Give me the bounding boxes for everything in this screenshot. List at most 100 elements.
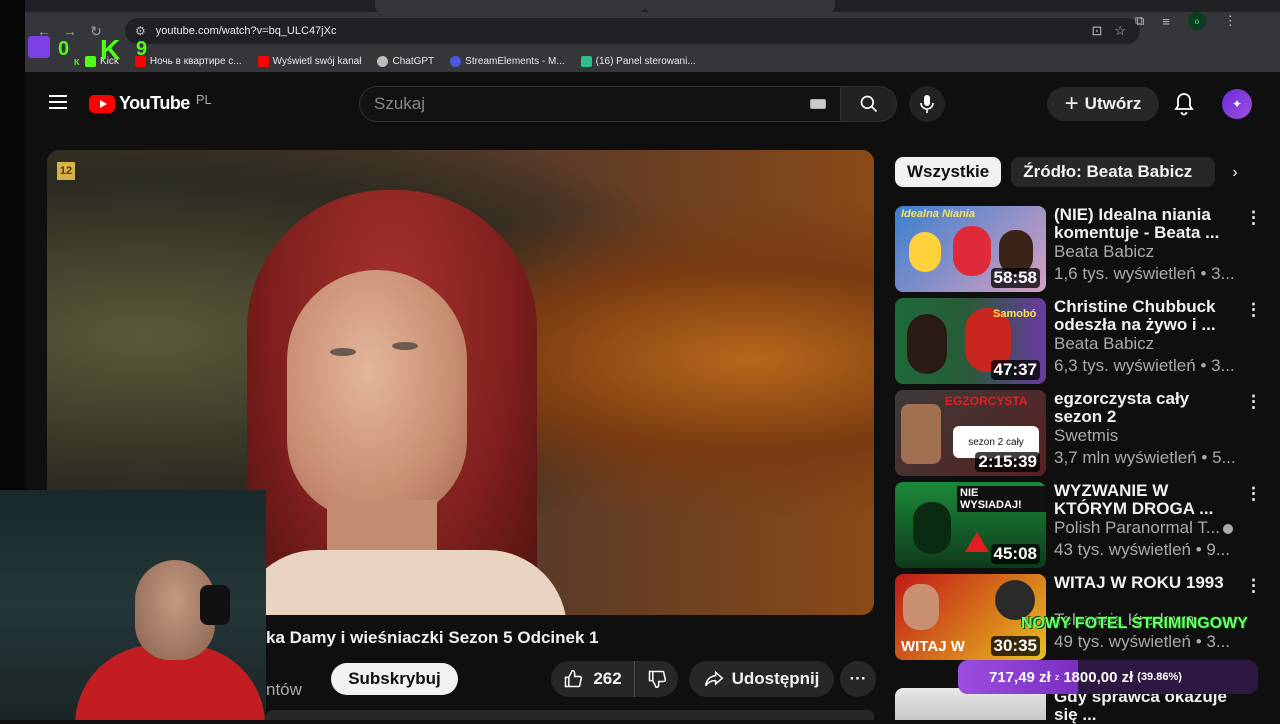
video-meta: 1,6 tys. wyświetleń • 3...: [1054, 264, 1235, 283]
channel-name[interactable]: Polish Paranormal T...: [1054, 518, 1249, 538]
share-button[interactable]: Udostępnij: [689, 661, 834, 697]
channel-name[interactable]: Swetmis: [1054, 426, 1249, 446]
media-control-icon[interactable]: ≡: [1162, 14, 1170, 29]
thumb-figure: [913, 502, 951, 554]
stream-goal-banner: NOWY FOTEL STRIMINGOWY: [1021, 615, 1248, 632]
browser-tab-active[interactable]: [645, 0, 835, 12]
browser-profile-avatar[interactable]: o: [1187, 12, 1206, 30]
search-icon: [860, 95, 877, 113]
like-count: 262: [593, 669, 622, 688]
recommended-video[interactable]: Idealna Niania 58:58 (NIE) Idealna niani…: [895, 206, 1280, 292]
thumb-figure: [901, 404, 941, 464]
browser-menu-icon[interactable]: ⋮: [1224, 13, 1237, 29]
video-duration: 58:58: [990, 268, 1040, 288]
more-options-icon[interactable]: ⋮: [1245, 208, 1262, 228]
video-title[interactable]: (NIE) Idealna niania komentuje - Beata .…: [1054, 206, 1239, 242]
panel-favicon-icon: [580, 55, 592, 67]
notifications-bell-icon[interactable]: [1173, 92, 1195, 121]
chip-all[interactable]: Wszystkie: [895, 157, 1002, 187]
video-frame-eye: [330, 348, 356, 356]
video-frame-face: [287, 270, 467, 520]
video-meta: 3,7 mln wyświetleń • 5...: [1054, 448, 1236, 467]
youtube-play-icon: [89, 94, 115, 113]
plus-icon: +: [1064, 90, 1079, 117]
more-options-icon[interactable]: ⋮: [1245, 300, 1262, 320]
microphone-icon: [920, 95, 934, 113]
video-title[interactable]: egzorczysta cały sezon 2: [1054, 390, 1239, 426]
hamburger-menu-icon[interactable]: [49, 95, 67, 109]
video-title[interactable]: WITAJ W ROKU 1993: [1054, 574, 1239, 592]
account-avatar[interactable]: ✦: [1222, 89, 1252, 119]
video-duration: 30:35: [990, 636, 1040, 656]
install-app-icon[interactable]: ⊡: [1091, 23, 1102, 39]
browser-tab-strip: [25, 0, 1280, 12]
thumbs-down-icon: [648, 670, 666, 689]
search-button[interactable]: [841, 86, 897, 122]
counter-left: 0: [58, 38, 70, 60]
search-input[interactable]: Szukaj: [359, 86, 841, 122]
twitch-logo-icon: [28, 36, 50, 58]
browser-toolbar: ← → ↻ ⚙ youtube.com/watch?v=bq_ULC47jXc …: [25, 12, 1280, 50]
keyboard-icon[interactable]: [810, 99, 826, 109]
recommended-video[interactable]: Samobó 47:37 Christine Chubbuck odeszła …: [895, 298, 1280, 384]
more-options-icon[interactable]: ⋮: [1245, 392, 1262, 412]
subscribe-button[interactable]: Subskrybuj: [331, 663, 458, 695]
bookmark-item[interactable]: ChatGPT: [377, 55, 434, 67]
search-bar: Szukaj: [359, 86, 897, 122]
recommended-video[interactable]: NIE WYSIADAJ! 45:08 WYZWANIE W KTÓRYM DR…: [895, 482, 1280, 568]
donation-percent: (39.86%): [1137, 671, 1182, 683]
video-meta: 6,3 tys. wyświetleń • 3...: [1054, 356, 1235, 375]
chip-source[interactable]: Źródło: Beata Babicz: [1011, 157, 1216, 187]
chevron-right-icon[interactable]: ›: [1222, 160, 1248, 186]
video-thumbnail[interactable]: Samobó 47:37: [895, 298, 1046, 384]
like-button[interactable]: 262: [551, 661, 635, 697]
video-frame-shirt: [237, 550, 567, 615]
dislike-button[interactable]: [635, 669, 678, 689]
bookmarks-bar: Kick Ночь в квартире с... Wyświetl swój …: [25, 50, 1280, 72]
video-thumbnail[interactable]: NIE WYSIADAJ! 45:08: [895, 482, 1046, 568]
subscriber-count: ntów: [266, 680, 302, 699]
more-options-icon[interactable]: ⋮: [1245, 484, 1262, 504]
more-actions-button[interactable]: ···: [840, 661, 876, 697]
recommended-video[interactable]: EGZORCYSTA sezon 2 cały 2:15:39 egzorczy…: [895, 390, 1280, 476]
webcam-microphone: [200, 585, 230, 625]
video-title[interactable]: Christine Chubbuck odeszła na żywo i ...: [1054, 298, 1239, 334]
donation-separator: z: [1054, 672, 1060, 682]
stream-counter-overlay: 0 K K 9: [28, 34, 158, 70]
bookmark-item[interactable]: (16) Panel sterowani...: [580, 55, 696, 67]
extensions-icon[interactable]: ⧉: [1135, 13, 1144, 29]
thumb-figure: [909, 232, 941, 272]
video-frame-eye: [392, 342, 418, 350]
video-meta: 43 tys. wyświetleń • 9...: [1054, 540, 1231, 559]
video-thumbnail[interactable]: Idealna Niania 58:58: [895, 206, 1046, 292]
thumbs-up-icon: [565, 669, 583, 688]
youtube-logo[interactable]: YouTube PL: [89, 92, 212, 114]
video-title[interactable]: WYZWANIE W KTÓRYM DROGA ...: [1054, 482, 1239, 518]
description-box[interactable]: [266, 710, 874, 720]
kick-small-label: K: [74, 58, 80, 67]
address-bar[interactable]: ⚙ youtube.com/watch?v=bq_ULC47jXc ⊡ ☆: [125, 18, 1140, 44]
bookmark-item[interactable]: StreamElements - M...: [450, 55, 565, 67]
bookmark-star-icon[interactable]: ☆: [1114, 23, 1126, 39]
video-thumbnail[interactable]: EGZORCYSTA sezon 2 cały 2:15:39: [895, 390, 1046, 476]
browser-tab[interactable]: [375, 0, 645, 12]
verified-icon: [1222, 523, 1233, 534]
url-text: youtube.com/watch?v=bq_ULC47jXc: [155, 25, 337, 37]
thumb-figure: [903, 584, 939, 630]
donation-current: 717,49 zł: [989, 668, 1051, 686]
donation-goal-bar: 717,49 zł z 1800,00 zł (39.86%): [958, 660, 1258, 694]
age-rating-badge: 12: [57, 162, 75, 180]
video-duration: 45:08: [990, 544, 1040, 564]
channel-name[interactable]: Beata Babicz: [1054, 334, 1249, 354]
channel-name[interactable]: Beata Babicz: [1054, 242, 1249, 262]
create-button[interactable]: + Utwórz: [1047, 87, 1159, 121]
bookmark-item[interactable]: Wyświetl swój kanał: [257, 55, 361, 67]
country-code: PL: [195, 92, 212, 107]
more-options-icon[interactable]: ⋮: [1245, 576, 1262, 596]
youtube-favicon-icon: [257, 55, 269, 67]
video-meta: 49 tys. wyświetleń • 3...: [1054, 632, 1231, 651]
like-dislike-group: 262: [551, 661, 678, 697]
video-duration: 2:15:39: [975, 452, 1040, 472]
counter-right: 9: [136, 38, 148, 60]
voice-search-button[interactable]: [909, 86, 945, 122]
